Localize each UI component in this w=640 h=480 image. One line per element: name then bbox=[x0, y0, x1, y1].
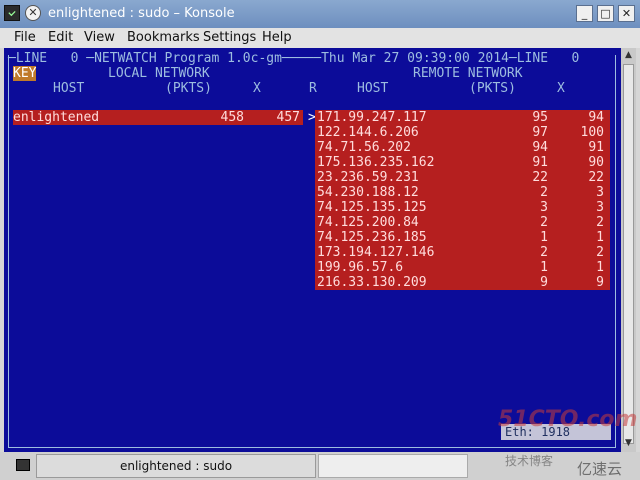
scroll-up-icon[interactable]: ▲ bbox=[623, 50, 634, 61]
remote-host: 23.236.59.231 bbox=[317, 170, 419, 185]
remote-x: 3 bbox=[596, 200, 604, 215]
remote-x: 3 bbox=[596, 185, 604, 200]
title-bar: ✕ enlightened : sudo – Konsole _ □ ✕ bbox=[0, 0, 640, 28]
watermark-brand: 51CTO.com bbox=[498, 407, 638, 432]
menu-settings[interactable]: Settings bbox=[203, 30, 256, 45]
remote-host: 74.125.135.125 bbox=[317, 200, 427, 215]
menu-bar: File Edit View Bookmarks Settings Help bbox=[0, 28, 640, 48]
remote-x: 1 bbox=[596, 260, 604, 275]
local-x: 457 bbox=[276, 110, 300, 125]
maximize-button[interactable]: □ bbox=[597, 5, 614, 22]
local-pkts: 458 bbox=[220, 110, 244, 125]
remote-host: 74.71.56.202 bbox=[317, 140, 411, 155]
tab-session[interactable]: enlightened : sudo bbox=[36, 454, 316, 478]
remote-x: 22 bbox=[588, 170, 604, 185]
remote-x: 91 bbox=[588, 140, 604, 155]
close-button[interactable]: ✕ bbox=[618, 5, 635, 22]
minimize-button[interactable]: _ bbox=[576, 5, 593, 22]
remote-host: 74.125.236.185 bbox=[317, 230, 427, 245]
watermark-logo: 亿速云 bbox=[577, 460, 623, 478]
remote-host: 199.96.57.6 bbox=[317, 260, 404, 275]
remote-x: 100 bbox=[580, 125, 604, 140]
terminal-scrollbar[interactable]: ▲ ▼ bbox=[621, 48, 636, 452]
remote-host: 175.136.235.162 bbox=[317, 155, 435, 170]
window-title: enlightened : sudo – Konsole bbox=[48, 6, 235, 21]
menu-edit[interactable]: Edit bbox=[48, 30, 73, 45]
remote-host: 216.33.130.209 bbox=[317, 275, 427, 290]
remote-pkts: 2 bbox=[540, 245, 548, 260]
remote-pkts: 9 bbox=[540, 275, 548, 290]
new-tab-icon[interactable] bbox=[16, 459, 30, 471]
remote-pkts: 91 bbox=[532, 155, 548, 170]
remote-x: 94 bbox=[588, 110, 604, 125]
remote-x: 2 bbox=[596, 215, 604, 230]
menu-bookmarks[interactable]: Bookmarks bbox=[127, 30, 200, 45]
local-x-header: X bbox=[253, 81, 261, 96]
remote-pkts: 1 bbox=[540, 230, 548, 245]
remote-pkts: 2 bbox=[540, 185, 548, 200]
netwatch-header: ─LINE 0 ─NETWATCH Program 1.0c-gm─────Th… bbox=[8, 51, 580, 66]
remote-x: 2 bbox=[596, 245, 604, 260]
menu-file[interactable]: File bbox=[14, 30, 36, 45]
close-circle-icon[interactable]: ✕ bbox=[25, 5, 41, 21]
remote-host-header: HOST bbox=[357, 81, 389, 96]
r-header: R bbox=[309, 81, 317, 96]
key-label: KEY bbox=[13, 66, 37, 81]
remote-host: 122.144.6.206 bbox=[317, 125, 419, 140]
remote-host: 74.125.200.84 bbox=[317, 215, 419, 230]
menu-help[interactable]: Help bbox=[262, 30, 292, 45]
local-network-label: LOCAL NETWORK bbox=[108, 66, 210, 81]
remote-pkts: 97 bbox=[532, 125, 548, 140]
scrollbar-thumb[interactable] bbox=[623, 64, 634, 444]
remote-network-label: REMOTE NETWORK bbox=[413, 66, 523, 81]
remote-pkts: 1 bbox=[540, 260, 548, 275]
remote-host: 54.230.188.12 bbox=[317, 185, 419, 200]
local-pkts-header: (PKTS) bbox=[165, 81, 212, 96]
watermark-sub: 技术博客 bbox=[505, 454, 554, 468]
remote-pkts: 95 bbox=[532, 110, 548, 125]
terminal-icon[interactable] bbox=[4, 5, 20, 21]
remote-x: 1 bbox=[596, 230, 604, 245]
remote-pkts: 94 bbox=[532, 140, 548, 155]
local-host-header: HOST bbox=[53, 81, 85, 96]
tab-bar-empty-area bbox=[318, 454, 468, 478]
remote-x: 90 bbox=[588, 155, 604, 170]
menu-view[interactable]: View bbox=[84, 30, 115, 45]
remote-pkts: 3 bbox=[540, 200, 548, 215]
remote-pkts-header: (PKTS) bbox=[469, 81, 516, 96]
local-host: enlightened bbox=[13, 110, 100, 125]
remote-pkts: 22 bbox=[532, 170, 548, 185]
remote-x: 9 bbox=[596, 275, 604, 290]
remote-x-header: X bbox=[557, 81, 565, 96]
remote-pkts: 2 bbox=[540, 215, 548, 230]
remote-host: 171.99.247.117 bbox=[317, 110, 427, 125]
terminal-view[interactable]: ─LINE 0 ─NETWATCH Program 1.0c-gm─────Th… bbox=[4, 48, 621, 452]
scroll-down-icon[interactable]: ▼ bbox=[623, 438, 634, 449]
remote-host: 173.194.127.146 bbox=[317, 245, 435, 260]
